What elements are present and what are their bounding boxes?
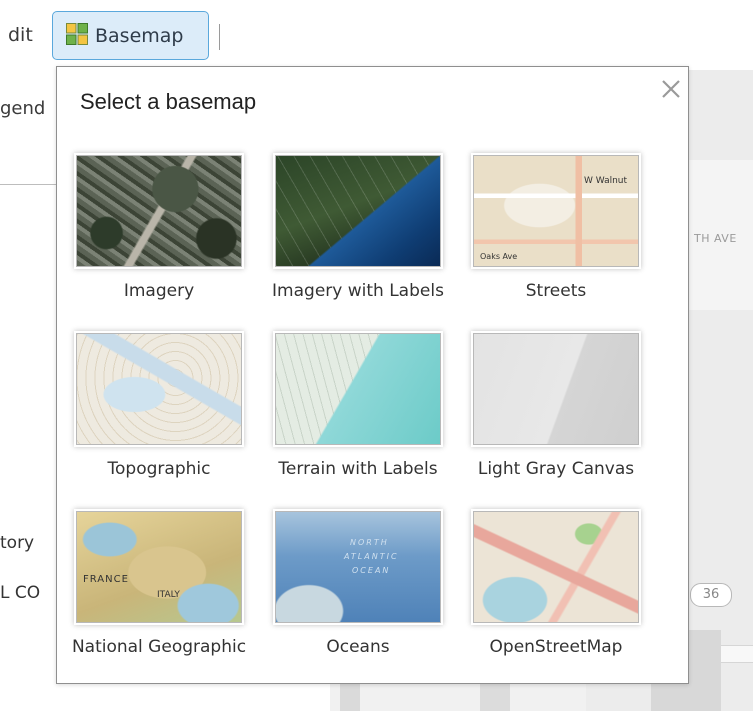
basemap-thumbnail: W Walnut Oaks Ave (473, 155, 639, 267)
side-panel-divider (0, 184, 56, 185)
basemap-option-openstreetmap[interactable]: OpenStreetMap (467, 511, 645, 659)
basemap-gallery-dialog: Select a basemap Imagery Imagery with La… (56, 66, 689, 684)
basemap-option-national-geographic[interactable]: FRANCE ITALY National Geographic (70, 511, 248, 659)
thumbnail-map-label: OCEAN (352, 566, 391, 575)
basemap-option-label: Streets (525, 281, 587, 301)
thumbnail-map-label: NORTH (350, 538, 389, 547)
thumbnail-map-label: W Walnut (584, 176, 628, 186)
basemap-option-label: Oceans (326, 637, 390, 657)
basemap-option-label: Light Gray Canvas (477, 459, 635, 479)
side-panel-text: L CO (0, 583, 41, 603)
basemap-thumbnail (473, 333, 639, 445)
basemap-option-oceans[interactable]: NORTH ATLANTIC OCEAN Oceans (269, 511, 447, 659)
side-panel-text: tory (0, 533, 35, 553)
thumbnail-map-label: Oaks Ave (480, 252, 518, 261)
basemap-thumbnail (275, 333, 441, 445)
basemap-option-light-gray-canvas[interactable]: Light Gray Canvas (467, 333, 645, 481)
basemap-option-label: Imagery (123, 281, 195, 301)
legend-tab[interactable]: gend (0, 98, 45, 119)
close-icon[interactable] (659, 77, 683, 101)
basemap-option-label: Terrain with Labels (278, 459, 438, 479)
basemap-button[interactable]: Basemap (52, 11, 209, 60)
basemap-option-imagery-with-labels[interactable]: Imagery with Labels (269, 155, 447, 303)
basemap-option-terrain-with-labels[interactable]: Terrain with Labels (269, 333, 447, 481)
basemap-option-label: OpenStreetMap (489, 637, 623, 657)
basemap-option-topographic[interactable]: Topographic (70, 333, 248, 481)
map-block (480, 684, 510, 711)
basemap-thumbnail (275, 155, 441, 267)
basemap-option-label: Imagery with Labels (272, 281, 444, 301)
thumbnail-map-label: ITALY (157, 590, 180, 600)
map-route-shield: 36 (690, 583, 732, 607)
thumbnail-map-label: ATLANTIC (344, 552, 399, 561)
basemap-grid-icon (66, 22, 88, 49)
map-street-label: TH AVE (694, 232, 737, 245)
map-block (340, 684, 360, 711)
basemap-button-label: Basemap (95, 24, 184, 47)
basemap-option-streets[interactable]: W Walnut Oaks Ave Streets (467, 155, 645, 303)
basemap-thumbnail (76, 155, 242, 267)
dialog-title: Select a basemap (80, 89, 257, 114)
basemap-option-imagery[interactable]: Imagery (70, 155, 248, 303)
basemap-option-label: National Geographic (71, 637, 247, 657)
basemap-thumbnail (76, 333, 242, 445)
edit-button[interactable]: dit (8, 24, 33, 46)
thumbnail-map-label: FRANCE (83, 574, 129, 585)
basemap-thumbnail (473, 511, 639, 623)
background-map-strip (330, 684, 586, 711)
basemap-thumbnail: NORTH ATLANTIC OCEAN (275, 511, 441, 623)
toolbar-separator (219, 24, 220, 50)
basemap-thumbnail: FRANCE ITALY (76, 511, 242, 623)
basemap-option-label: Topographic (107, 459, 211, 479)
toolbar: dit Basemap (0, 0, 753, 66)
